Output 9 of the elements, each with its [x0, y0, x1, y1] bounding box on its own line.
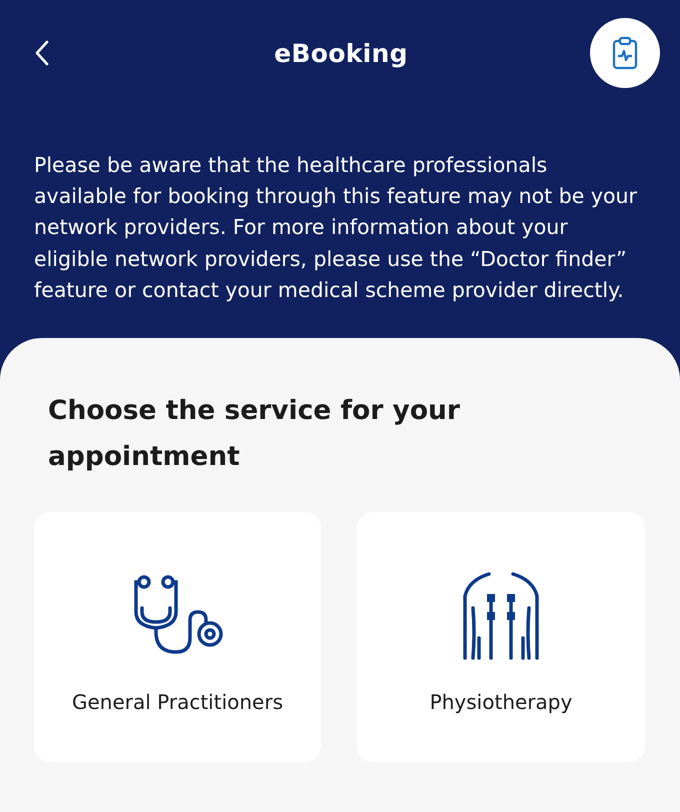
- service-label: General Practitioners: [72, 690, 283, 714]
- disclaimer-text: Please be aware that the healthcare professionals available for booking through this feature may not be your network providers. For more information about your eligible network providers, please use the “Doctor finder” feature or contact your medical scheme provider directly.: [34, 152, 638, 304]
- service-label: Physiotherapy: [430, 690, 572, 714]
- section-heading: Choose the service for your appointment: [48, 394, 461, 474]
- screen-title: eBooking: [274, 38, 408, 68]
- service-card[interactable]: Physiotherapy: [357, 512, 645, 762]
- clipboard-pulse-icon: [612, 36, 638, 70]
- service-card[interactable]: General Practitioners: [34, 512, 321, 762]
- chevron-left-icon: [34, 40, 50, 66]
